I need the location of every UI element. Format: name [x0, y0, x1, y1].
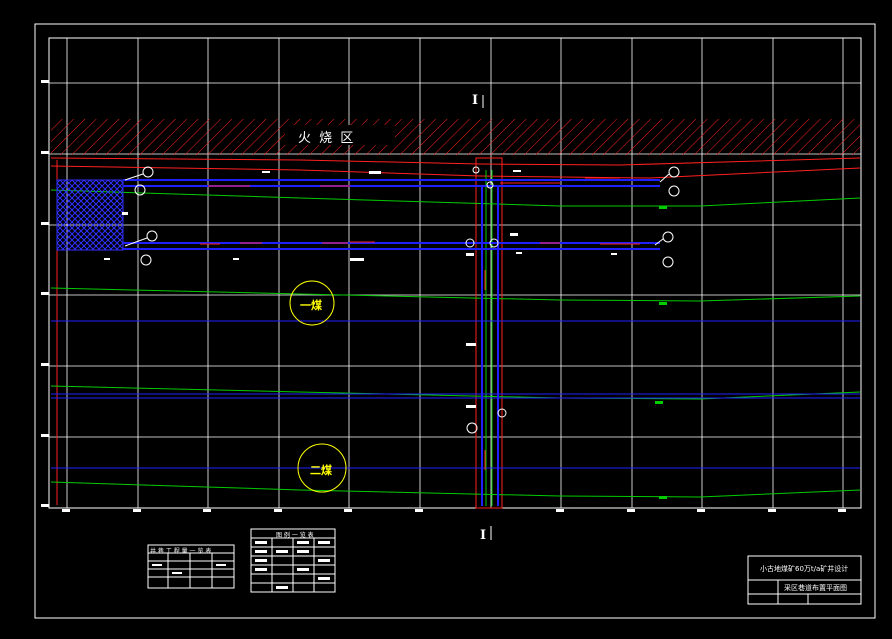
- mining-boundary: [50, 157, 861, 509]
- goaf-block: [56, 179, 124, 251]
- fire-zone-area: [51, 119, 860, 155]
- coal-seam-2-label: 二煤: [310, 464, 332, 477]
- coal-seam-1-label: 一煤: [300, 299, 322, 312]
- mine-plan-drawing: [34, 23, 876, 619]
- seam-contours: [50, 170, 861, 506]
- map-frame: [48, 37, 862, 509]
- quantity-table-title: 井 巷 工 程 量 一 览 表: [150, 548, 212, 555]
- fire-zone-label: 火 烧 区: [298, 131, 356, 146]
- title-block-project: 小古地煤矿60万t/a矿井设计: [760, 565, 849, 573]
- legend-table-title: 图 例 一 览 表: [276, 532, 314, 539]
- section-mark-top: I: [472, 93, 479, 108]
- seam-outcrop-lines: [51, 320, 860, 469]
- coordinate-grid: [49, 38, 861, 508]
- section-mark-bottom: I: [480, 528, 487, 543]
- roadways: [123, 179, 660, 506]
- title-block-drawing-name: 采区巷道布置平面图: [784, 584, 847, 592]
